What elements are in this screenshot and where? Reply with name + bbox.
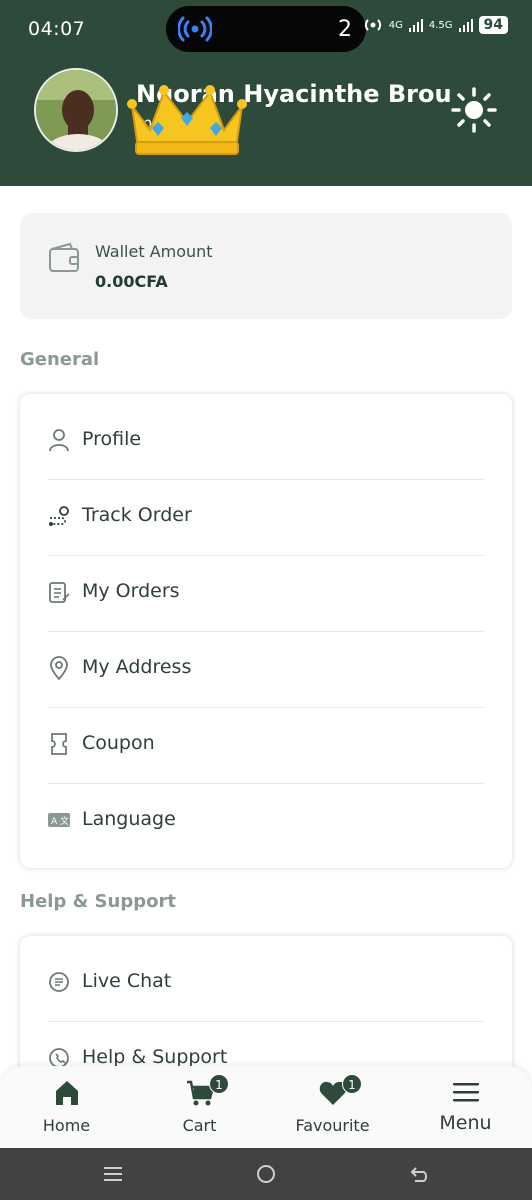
nav-menu[interactable]: Menu (399, 1066, 532, 1148)
battery-level: 94 (478, 16, 508, 34)
broadcast-icon (178, 16, 212, 42)
menu-item-my-address[interactable]: My Address (48, 632, 485, 708)
menu-item-label: Help & Support (82, 1046, 228, 1068)
nav-home[interactable]: Home (0, 1066, 133, 1148)
status-bar: 04:07 2 4G 4.5G 94 (0, 0, 532, 58)
network-45g-label: 4.5G (428, 19, 453, 31)
profile-header: 04:07 2 4G 4.5G 94 Ngoran Hyacinthe Brou (0, 0, 532, 186)
menu-item-live-chat[interactable]: Live Chat (48, 946, 485, 1022)
general-section-title: General (20, 349, 100, 370)
system-icons: 4G 4.5G 94 (363, 16, 508, 34)
help-menu-card: Live Chat Help & Support (20, 936, 512, 1076)
favourite-badge: 1 (342, 1074, 362, 1094)
svg-text:A: A (51, 817, 58, 827)
status-time: 04:07 (28, 18, 86, 40)
menu-item-label: Coupon (82, 732, 155, 754)
dynamic-island[interactable]: 2 (166, 6, 366, 52)
system-navigation-bar (0, 1148, 532, 1200)
cart-badge: 1 (209, 1074, 229, 1094)
network-4g-label: 4G (388, 19, 403, 31)
location-pin-icon (50, 656, 68, 680)
nav-label: Cart (182, 1116, 217, 1135)
signal-icon (408, 19, 423, 32)
avatar[interactable] (34, 68, 118, 152)
menu-item-coupon[interactable]: Coupon (48, 708, 485, 784)
menu-item-label: Live Chat (82, 970, 172, 992)
signal-icon-2 (458, 19, 473, 32)
menu-item-label: Track Order (82, 504, 192, 526)
wallet-amount: 0.00CFA (95, 272, 168, 291)
menu-item-label: Profile (82, 428, 142, 450)
home-button-icon[interactable] (254, 1162, 278, 1186)
menu-item-label: Language (82, 808, 176, 830)
coupon-icon (51, 733, 67, 755)
wallet-icon (49, 242, 79, 272)
route-icon (49, 506, 69, 526)
nav-cart[interactable]: 1 Cart (133, 1066, 266, 1148)
language-icon: A 文 (48, 813, 70, 827)
recents-icon[interactable] (101, 1162, 125, 1186)
nav-favourite[interactable]: 1 Favourite (266, 1066, 399, 1148)
sun-icon[interactable] (450, 86, 498, 134)
avatar-photo (36, 70, 116, 150)
wallet-card[interactable]: Wallet Amount 0.00CFA (20, 213, 512, 319)
back-icon[interactable] (408, 1162, 432, 1186)
menu-item-label: My Address (82, 656, 192, 678)
menu-item-track-order[interactable]: Track Order (48, 480, 485, 556)
menu-item-profile[interactable]: Profile (48, 404, 485, 480)
nav-label: Menu (439, 1112, 492, 1134)
island-count: 2 (338, 17, 352, 42)
menu-item-my-orders[interactable]: My Orders (48, 556, 485, 632)
chat-icon (49, 972, 69, 992)
hamburger-icon (452, 1083, 479, 1102)
svg-text:文: 文 (60, 815, 69, 827)
bottom-navigation: Home 1 Cart 1 Favourite Menu (0, 1066, 532, 1148)
wallet-label: Wallet Amount (95, 242, 213, 261)
order-list-icon (49, 582, 70, 603)
menu-item-label: My Orders (82, 580, 180, 602)
user-icon (49, 429, 69, 452)
hotspot-icon (364, 19, 381, 31)
nav-label: Home (42, 1116, 91, 1135)
home-icon (55, 1081, 78, 1105)
help-section-title: Help & Support (20, 891, 176, 912)
crown-icon (127, 85, 247, 155)
menu-item-language[interactable]: A 文 Language (48, 784, 485, 860)
general-menu-card: Profile Track Order My Orders My Address… (20, 394, 512, 868)
nav-label: Favourite (295, 1116, 370, 1135)
